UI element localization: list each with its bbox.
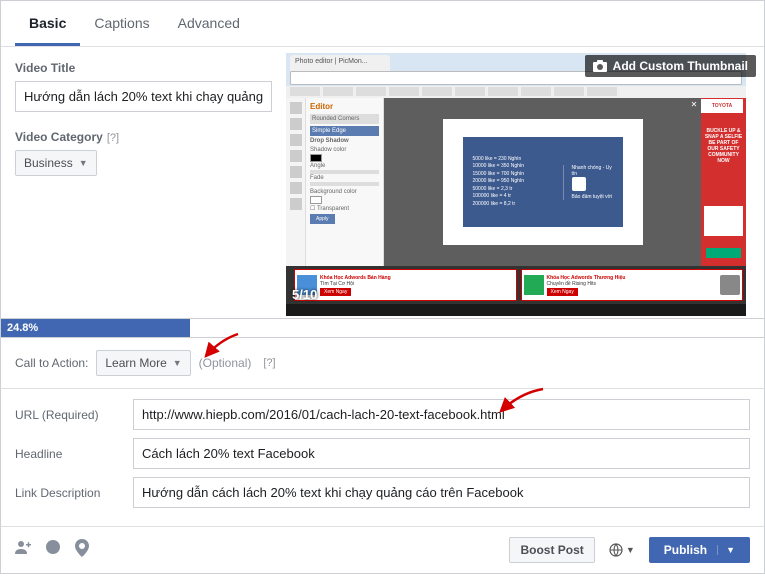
- headline-input[interactable]: [133, 438, 750, 469]
- editor-canvas: 5000 like = 230 Nghìn 10000 like = 350 N…: [384, 98, 701, 266]
- toyota-logo: TOYOTA: [701, 99, 743, 113]
- tab-basic[interactable]: Basic: [15, 1, 80, 46]
- headline-label: Headline: [15, 447, 133, 461]
- editor-panel: Editor Rounded Corners Simple Edge Drop …: [306, 98, 384, 266]
- boost-post-button[interactable]: Boost Post: [509, 537, 594, 563]
- url-input[interactable]: [133, 399, 750, 430]
- globe-icon: [609, 543, 623, 557]
- caret-down-icon: ▼: [79, 158, 88, 168]
- desc-label: Link Description: [15, 486, 133, 500]
- optional-text: (Optional): [199, 356, 252, 370]
- video-title-label: Video Title: [15, 61, 272, 75]
- camera-icon: [593, 60, 607, 72]
- help-icon[interactable]: [?]: [107, 132, 119, 144]
- audience-selector[interactable]: ▼: [609, 543, 635, 557]
- slide-counter: 5/10: [292, 287, 317, 302]
- url-label: URL (Required): [15, 408, 133, 422]
- video-preview[interactable]: Photo editor | PicMon... TOYOTA ✕ Editor…: [286, 53, 746, 316]
- video-category-label: Video Category[?]: [15, 130, 272, 144]
- close-icon: ✕: [689, 100, 699, 110]
- video-title-input[interactable]: [15, 81, 272, 112]
- progress-fill: 24.8%: [1, 319, 190, 337]
- upload-progress: 24.8%: [0, 319, 765, 338]
- tab-captions[interactable]: Captions: [80, 1, 163, 46]
- tabs: Basic Captions Advanced: [1, 1, 764, 47]
- publish-button[interactable]: Publish ▼: [649, 537, 750, 563]
- video-category-select[interactable]: Business▼: [15, 150, 97, 176]
- location-icon[interactable]: [75, 539, 89, 562]
- help-icon[interactable]: [?]: [263, 357, 275, 369]
- desc-input[interactable]: [133, 477, 750, 508]
- caret-down-icon: ▼: [717, 545, 735, 555]
- caret-down-icon: ▼: [626, 545, 635, 555]
- editor-toolbar: [286, 98, 306, 266]
- caret-down-icon: ▼: [173, 358, 182, 368]
- video-editor-container: Basic Captions Advanced Video Title Vide…: [0, 0, 765, 319]
- bookmarks-bar: [286, 86, 746, 98]
- ad-bottom: Khóa Học Adwords Bán HàngTìm Tại Cơ HộiX…: [286, 266, 746, 304]
- feeling-icon[interactable]: [45, 539, 61, 562]
- taskbar: [286, 304, 746, 316]
- footer: Boost Post ▼ Publish ▼: [0, 526, 765, 574]
- ad-sidebar: BUCKLE UP & SNAP A SELFIE BE PART OF OUR…: [701, 98, 746, 266]
- tab-advanced[interactable]: Advanced: [164, 1, 254, 46]
- cta-label: Call to Action:: [15, 356, 88, 370]
- tag-people-icon[interactable]: [15, 539, 31, 562]
- cta-select[interactable]: Learn More▼: [96, 350, 190, 376]
- add-custom-thumbnail-button[interactable]: Add Custom Thumbnail: [585, 55, 756, 77]
